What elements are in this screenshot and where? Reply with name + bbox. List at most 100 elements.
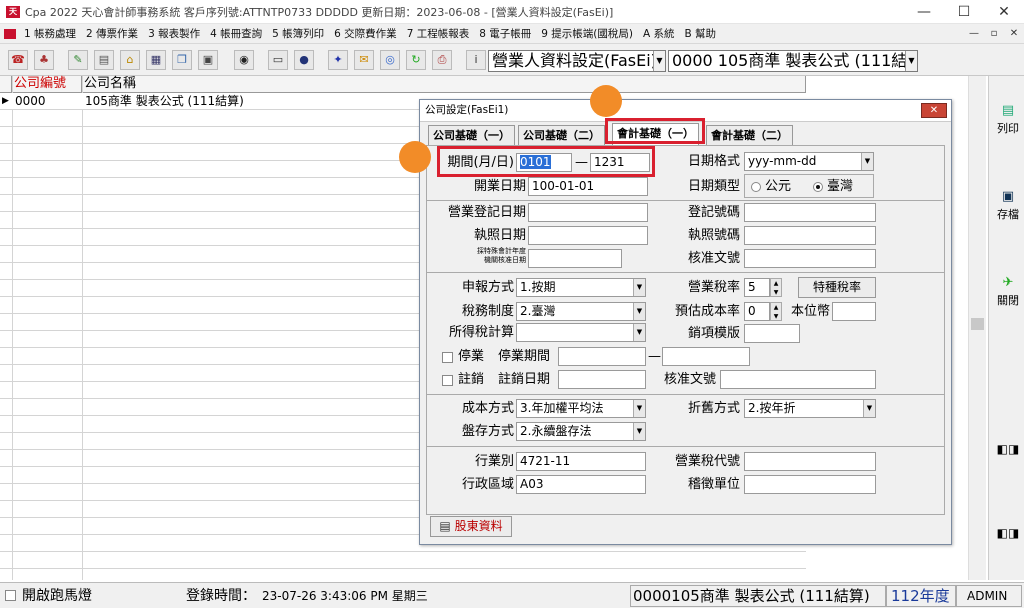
login-time: 23-07-26 3:43:06 PM 星期三 — [262, 589, 428, 603]
suspend-checkbox[interactable] — [442, 352, 453, 363]
tab-company-basis-1[interactable]: 公司基礎（一） — [428, 125, 515, 145]
tab-company-basis-2[interactable]: 公司基礎（二） — [518, 125, 605, 145]
scrollbar-thumb[interactable] — [971, 318, 984, 330]
depreciation-select[interactable]: 2.按年折 ▼ — [744, 399, 876, 418]
menu-item[interactable]: A 系統 — [638, 26, 680, 41]
chevron-down-icon[interactable]: ▼ — [633, 324, 645, 341]
mdi-close-button[interactable]: ✕ — [1006, 26, 1022, 41]
cancel-doc-input[interactable] — [720, 370, 876, 389]
reg-no-input[interactable] — [744, 203, 876, 222]
suspend-end-input[interactable] — [662, 347, 750, 366]
tax-office-input[interactable] — [744, 475, 876, 494]
view-icon[interactable]: ◉ — [234, 50, 254, 70]
voucher-icon[interactable]: ✎ — [68, 50, 88, 70]
chevron-down-icon[interactable]: ▼ — [863, 400, 875, 417]
home-icon[interactable]: ⌂ — [120, 50, 140, 70]
vat-rate-input[interactable]: 5 — [744, 278, 770, 297]
close-button[interactable]: ✕ — [984, 0, 1024, 24]
menu-item[interactable]: 2 傳票作業 — [81, 26, 143, 41]
suspend-start-input[interactable] — [558, 347, 646, 366]
menu-item[interactable]: 3 報表製作 — [143, 26, 205, 41]
dialog-close-button[interactable]: ✕ — [921, 103, 947, 118]
column-header-company-name[interactable]: 公司名稱 — [82, 76, 806, 93]
menu-item[interactable]: 6 交際費作業 — [329, 26, 402, 41]
chevron-down-icon[interactable]: ▼ — [633, 279, 645, 296]
tax-system-value: 2.臺灣 — [520, 304, 556, 318]
vat-rate-spinner-icon[interactable]: ▲ ▼ — [770, 278, 782, 297]
menu-item[interactable]: B 幫助 — [680, 26, 722, 41]
license-date-input[interactable] — [528, 226, 648, 245]
users-icon[interactable]: ♣ — [34, 50, 54, 70]
menu-item[interactable]: 8 電子帳冊 — [474, 26, 536, 41]
maximize-button[interactable]: ☐ — [944, 0, 984, 24]
sales-template-input[interactable] — [744, 324, 800, 343]
menu-item[interactable]: 9 提示帳端(國稅局) — [536, 26, 638, 41]
exit-icon[interactable]: ☎ — [8, 50, 28, 70]
date-type-roc-radio[interactable] — [813, 182, 823, 192]
monitor-icon[interactable]: ▭ — [268, 50, 288, 70]
column-header-company-id[interactable]: 公司編號 — [12, 76, 82, 93]
disc-icon[interactable]: ◎ — [380, 50, 400, 70]
industry-input[interactable]: 4721-11 — [516, 452, 646, 471]
license-no-input[interactable] — [744, 226, 876, 245]
calculator-icon[interactable]: ▣ — [198, 50, 218, 70]
chevron-down-icon[interactable]: ▼ — [633, 400, 645, 417]
menu-item[interactable]: 1 帳務處理 — [19, 26, 81, 41]
save-button[interactable]: ▣ 存檔 — [992, 190, 1024, 222]
nav-prev-icon[interactable]: ◧◨ — [992, 442, 1024, 456]
vat-code-input[interactable] — [744, 452, 876, 471]
menu-item[interactable]: 4 帳冊查詢 — [205, 26, 267, 41]
chevron-down-icon[interactable]: ▼ — [905, 51, 917, 71]
company-select[interactable]: 0000 105商準 製表公式 (111結算) ▼ — [668, 50, 918, 72]
print-button[interactable]: ▤ 列印 — [992, 104, 1024, 136]
currency-input[interactable] — [832, 302, 876, 321]
special-year-date-input[interactable] — [528, 249, 622, 268]
tab-accounting-basis-2[interactable]: 會計基礎（二） — [706, 125, 793, 145]
status-year: 112年度 — [886, 585, 956, 607]
cancel-date-input[interactable] — [558, 370, 646, 389]
chevron-down-icon[interactable]: ▼ — [633, 423, 645, 440]
income-tax-select[interactable]: ▼ — [516, 323, 646, 342]
printer-icon[interactable]: ▤ — [94, 50, 114, 70]
menu-item[interactable]: 5 帳簿列印 — [267, 26, 329, 41]
nav-next-icon[interactable]: ◧◨ — [992, 526, 1024, 540]
minimize-button[interactable]: — — [904, 0, 944, 24]
window-icon[interactable]: ❐ — [172, 50, 192, 70]
mail-icon[interactable]: ✉ — [354, 50, 374, 70]
est-cost-spinner-icon[interactable]: ▲ ▼ — [770, 302, 782, 321]
refresh-icon[interactable]: ↻ — [406, 50, 426, 70]
tax-system-select[interactable]: 2.臺灣 ▼ — [516, 302, 646, 321]
chevron-down-icon[interactable]: ▼ — [653, 51, 665, 71]
module-combo[interactable]: 營業人資料設定(FasEi) ▼ — [488, 50, 666, 72]
cell-company-id[interactable]: 0000 — [12, 93, 82, 110]
chevron-down-icon[interactable]: ▼ — [633, 303, 645, 320]
cost-method-select[interactable]: 3.年加權平均法 ▼ — [516, 399, 646, 418]
status-user: ADMIN — [956, 585, 1022, 607]
mdi-restore-button[interactable]: ▫ — [986, 26, 1002, 41]
date-format-label: 日期格式 — [687, 154, 740, 169]
est-cost-input[interactable]: 0 — [744, 302, 770, 321]
special-tax-button[interactable]: 特種稅率 — [798, 277, 876, 298]
inventory-select[interactable]: 2.永續盤存法 ▼ — [516, 422, 646, 441]
marquee-label: 開啟跑馬燈 — [22, 588, 92, 604]
print-preview-icon[interactable]: ⎙ — [432, 50, 452, 70]
filing-select[interactable]: 1.按期 ▼ — [516, 278, 646, 297]
tools-icon[interactable]: ✦ — [328, 50, 348, 70]
info-icon[interactable]: ⅰ — [466, 50, 486, 70]
grid-icon[interactable]: ▦ — [146, 50, 166, 70]
date-type-ad-radio[interactable] — [751, 182, 761, 192]
district-input[interactable]: A03 — [516, 475, 646, 494]
cancel-checkbox[interactable] — [442, 375, 453, 386]
mdi-minimize-button[interactable]: — — [966, 26, 982, 41]
globe-icon[interactable]: ● — [294, 50, 314, 70]
shareholder-button[interactable]: ▤ 股東資料 — [430, 516, 512, 537]
vertical-scrollbar[interactable] — [968, 76, 986, 580]
close-panel-button[interactable]: ✈ 關閉 — [992, 276, 1024, 308]
biz-reg-date-input[interactable] — [528, 203, 648, 222]
menu-item[interactable]: 7 工程帳報表 — [402, 26, 475, 41]
marquee-checkbox[interactable] — [5, 590, 16, 601]
open-date-input[interactable]: 100-01-01 — [528, 177, 648, 196]
date-format-select[interactable]: yyy-mm-dd ▼ — [744, 152, 874, 171]
approval-doc-input[interactable] — [744, 249, 876, 268]
chevron-down-icon[interactable]: ▼ — [861, 153, 873, 170]
